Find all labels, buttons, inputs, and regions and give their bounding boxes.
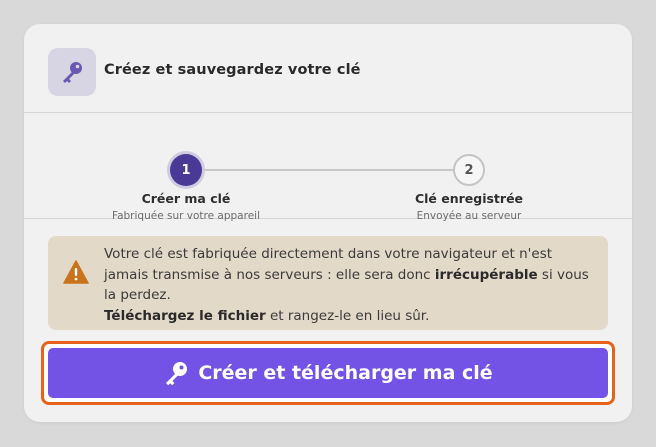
warning-notice: Votre clé est fabriquée directement dans… [48, 236, 608, 330]
cta-focus-ring: Créer et télécharger ma clé [41, 341, 615, 405]
warning-line2-tail: et rangez-le en lieu sûr. [265, 307, 430, 324]
cta-label: Créer et télécharger ma clé [198, 362, 493, 384]
key-icon-tile [48, 48, 96, 96]
step-2-label: Clé enregistrée [414, 191, 524, 206]
card-header: Créez et sauvegardez votre clé [24, 24, 632, 113]
step-2-sublabel: Envoyée au serveur [416, 210, 522, 222]
create-and-download-key-button[interactable]: Créer et télécharger ma clé [48, 348, 608, 398]
key-icon [63, 62, 82, 83]
step-1-sublabel: Fabriquée sur votre appareil [112, 210, 260, 222]
warning-emphasis-download: Téléchargez le fichier [104, 307, 266, 324]
key-creation-card: Créez et sauvegardez votre clé 1 Créer m… [24, 24, 632, 422]
step-1-label: Créer ma clé [141, 191, 231, 206]
step-2-indicator: 2 [453, 154, 485, 186]
step-1-indicator: 1 [170, 154, 202, 186]
warning-emphasis-irrecuperable: irrécupérable [434, 266, 538, 283]
warning-text: Votre clé est fabriquée directement dans… [104, 244, 594, 326]
page-title: Créez et sauvegardez votre clé [104, 62, 361, 78]
key-icon [163, 360, 189, 386]
progress-stepper: 1 Créer ma clé Fabriquée sur votre appar… [24, 112, 632, 222]
step-connector [204, 169, 468, 171]
warning-triangle-icon [63, 260, 89, 284]
